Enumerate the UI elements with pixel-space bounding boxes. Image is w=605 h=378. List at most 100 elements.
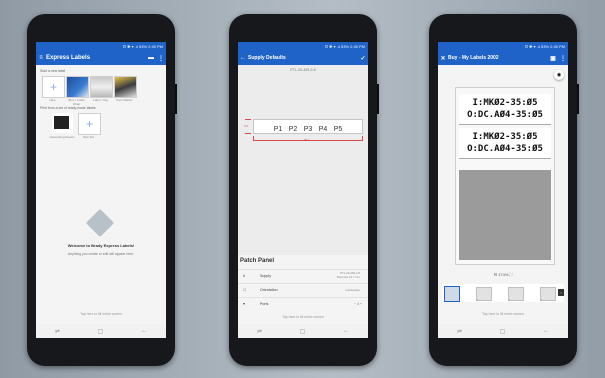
pipe-marker-template[interactable] [114, 76, 137, 98]
row-value: PTL-29-499-2-8 Bold size 12.7 mm [336, 271, 360, 279]
thumb-number: 4 [540, 298, 542, 302]
system-nav-bar: ⇌ ▢ ← [36, 324, 166, 338]
preview-area: PTL-29-499-2-8 P1 P2 P3 P4 P5 4.5 95.2 [238, 65, 368, 255]
app-title: Supply Defaults [248, 55, 286, 61]
brady-logo-icon [85, 208, 115, 238]
recents-icon[interactable]: ⇌ [55, 328, 60, 335]
patch-4[interactable]: P4 [318, 123, 329, 136]
home-icon[interactable]: ▢ [300, 328, 306, 335]
template-label: Label / Tag [93, 98, 108, 102]
template-label: New [49, 98, 56, 102]
side-button [377, 84, 379, 114]
patch-1[interactable]: P1 [273, 123, 284, 136]
phone: ⊡ ✱ ▾ .ıl 53% 2:45 PM ✕ Buy - My Labels … [429, 14, 579, 366]
row-label: Orientation [260, 288, 278, 292]
footer-tip[interactable]: Tap here to fill entire screen [438, 312, 568, 316]
zoom-level: 174% [498, 272, 509, 277]
row-value: Landscape [345, 288, 360, 292]
ports-value: 4 [356, 302, 359, 306]
patch-2[interactable]: P2 [288, 123, 299, 136]
label-line: O:DC.AØ4-35:Ø5 [467, 110, 543, 120]
phone: ⊡ ✱ ▾ .ıl 53% 2:45 PM ← Supply Defaults … [229, 14, 379, 366]
orientation-icon: ☐ [243, 288, 247, 292]
side-button [577, 84, 579, 114]
recents-icon[interactable]: ⇌ [457, 328, 462, 335]
footer-tip[interactable]: Tap here to fill entire screen [238, 315, 368, 319]
label-sheet-1: I:MKØ2-35:Ø5 O:DC.AØ4-35:Ø5 [459, 94, 551, 125]
panel-set-icon [54, 116, 69, 129]
thumbnail[interactable] [508, 287, 524, 301]
label-sheet-2: I:MKØ2-35:Ø5 O:DC.AØ4-35:Ø5 [459, 128, 551, 159]
app-bar: ≡ Express Labels ▬ ⋮ [36, 51, 166, 65]
label-tag-template[interactable] [90, 76, 113, 98]
patch-label: P1 P2 P3 P4 P5 [253, 119, 363, 134]
folder-icon[interactable]: ▬ [146, 55, 156, 61]
label-line: I:MKØ2-35:Ø5 [472, 98, 538, 108]
back-icon[interactable]: ← [543, 328, 549, 334]
ports-icon: ♥ [243, 302, 246, 306]
check-icon[interactable]: ✓ [358, 55, 368, 62]
row-label: Ports [260, 302, 269, 306]
setting-row-orientation[interactable]: ☐ Orientation Landscape [238, 283, 368, 298]
label-backing [459, 170, 551, 260]
panel-print-preview: ⊡ ✱ ▾ .ıl 53% 2:45 PM ✕ Buy - My Labels … [403, 0, 605, 378]
system-nav-bar: ⇌ ▢ ← [238, 324, 368, 338]
app-title: Express Labels [46, 55, 91, 61]
home-icon[interactable]: ▢ [98, 328, 104, 335]
scroll-next-icon[interactable]: › [558, 289, 564, 296]
status-bar: ⊡ ✱ ▾ .ıl 53% 2:45 PM [122, 44, 163, 49]
thumbnail-strip: 1 2 3 4 › [442, 284, 564, 302]
thumb-number: 2 [476, 298, 478, 302]
start-new-label-heading: Start a new label [40, 69, 66, 73]
thumbnail[interactable] [540, 287, 556, 301]
new-label-tile[interactable]: + [42, 76, 65, 98]
label-preview: I:MKØ2-35:Ø5 O:DC.AØ4-35:Ø5 I:MKØ2-35:Ø5… [455, 87, 555, 265]
more-icon[interactable]: ⋮ [558, 55, 568, 62]
thumb-number: 1 [444, 298, 446, 302]
template-label: Pipe Marker [116, 98, 133, 102]
menu-icon[interactable]: ≡ [36, 55, 46, 61]
set-label: New Set [82, 135, 95, 139]
part-number: PTL-29-499-2-8 [290, 68, 316, 72]
patch-5[interactable]: P5 [333, 123, 344, 136]
height-dimension: 4.5 [244, 119, 251, 134]
panel-express-labels: ⊡ ✱ ▾ .ıl 53% 2:45 PM ≡ Express Labels ▬… [0, 0, 202, 378]
thumb-number: 3 [508, 298, 510, 302]
app-bar: ← Supply Defaults ✓ [238, 51, 368, 65]
phone: ⊡ ✱ ▾ .ıl 53% 2:45 PM ≡ Express Labels ▬… [27, 14, 177, 366]
section-title: Patch Panel [240, 258, 275, 264]
thumbnail[interactable] [444, 286, 460, 302]
setting-row-ports[interactable]: ♥ Ports − 4 + [238, 297, 368, 312]
patch-3[interactable]: P3 [303, 123, 314, 136]
home-icon[interactable]: ▢ [500, 328, 506, 335]
new-set-tile[interactable]: + [78, 113, 101, 135]
close-icon[interactable]: ✕ [438, 55, 448, 62]
fab-button[interactable]: ◉ [554, 70, 564, 80]
app-title: Buy - My Labels 2002 [448, 55, 499, 61]
back-icon[interactable]: ← [343, 328, 349, 334]
setting-row-supply[interactable]: # Supply PTL-29-499-2-8 Bold size 12.7 m… [238, 269, 368, 284]
welcome-body: Anything you create or edit will appear … [67, 252, 135, 256]
thumbnail[interactable] [476, 287, 492, 301]
back-arrow-icon[interactable]: ← [238, 55, 248, 61]
ports-stepper[interactable]: − 4 + [354, 302, 362, 306]
zoom-controls[interactable]: ⊟ 174% ⛶ [438, 272, 568, 277]
panel-supply-defaults: ⊡ ✱ ▾ .ıl 53% 2:45 PM ← Supply Defaults … [202, 0, 403, 378]
screen: ⊡ ✱ ▾ .ıl 53% 2:45 PM ≡ Express Labels ▬… [36, 42, 166, 338]
recents-icon[interactable]: ⇌ [257, 328, 262, 335]
width-value: 95.2 [304, 138, 310, 142]
back-icon[interactable]: ← [141, 328, 147, 334]
print-from-set-heading: Print from a set of ready-made labels [40, 106, 96, 110]
screen: ⊡ ✱ ▾ .ıl 53% 2:45 PM ✕ Buy - My Labels … [438, 42, 568, 338]
screen: ⊡ ✱ ▾ .ıl 53% 2:45 PM ← Supply Defaults … [238, 42, 368, 338]
footer-tip[interactable]: Tap here to fill entire screen [36, 312, 166, 316]
more-icon[interactable]: ⋮ [156, 55, 166, 62]
hash-icon: # [243, 274, 245, 278]
print-icon[interactable]: ▣ [548, 55, 558, 62]
height-value: 4.5 [244, 124, 248, 128]
status-bar: ⊡ ✱ ▾ .ıl 53% 2:45 PM [324, 44, 365, 49]
wire-cable-template[interactable] [66, 76, 89, 98]
networking-panels-set[interactable] [52, 113, 73, 133]
row-label: Supply [260, 274, 271, 278]
system-nav-bar: ⇌ ▢ ← [438, 324, 568, 338]
